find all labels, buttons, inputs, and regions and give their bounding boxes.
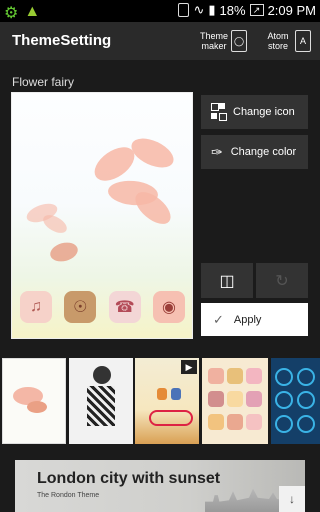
signal-icon: ▮ xyxy=(208,2,216,17)
trash-icon: ◫ xyxy=(219,272,235,290)
play-icon: ▶ xyxy=(181,360,197,374)
flower-decoration xyxy=(127,132,178,174)
chat-icon: ☉ xyxy=(64,291,97,323)
theme-thumbnail[interactable] xyxy=(202,358,268,444)
undo-icon: ↻ xyxy=(275,272,289,290)
check-icon: ✓ xyxy=(213,311,224,327)
promo-banner[interactable]: London city with sunset The Rondon Theme… xyxy=(15,460,305,512)
change-color-label: Change color xyxy=(230,146,297,158)
flower-decoration xyxy=(40,211,70,237)
banner-title: London city with sunset xyxy=(37,470,221,487)
app-icon-row: ♫ ☉ ☎ ◉ xyxy=(20,291,185,323)
download-icon: ↓ xyxy=(289,492,295,506)
theme-name: Flower fairy xyxy=(12,75,75,89)
chart-icon: ↗ xyxy=(249,4,264,16)
theme-preview: ♫ ☉ ☎ ◉ xyxy=(11,92,193,339)
store-icon: A xyxy=(295,30,311,52)
app-header: ThemeSetting Theme maker ◯ Atom store A xyxy=(0,22,320,60)
theme-thumbnail[interactable] xyxy=(271,358,320,444)
atom-store-label: Atom store xyxy=(267,31,289,51)
apply-label: Apply xyxy=(233,313,262,326)
city-skyline xyxy=(205,488,285,512)
atom-store-button[interactable]: Atom store A xyxy=(264,25,311,57)
page-title: ThemeSetting xyxy=(12,32,112,49)
theme-thumbnail[interactable] xyxy=(69,358,133,444)
delete-button[interactable]: ◫ xyxy=(201,263,253,298)
status-bar: ⚙ ▲ ∿ ▮ 18% ↗ 2:09 PM xyxy=(0,0,320,22)
wifi-icon: ∿ xyxy=(193,2,205,17)
phone-icon: ☎ xyxy=(108,291,141,323)
theme-thumbnail[interactable] xyxy=(2,358,66,444)
fairy-figure xyxy=(48,239,80,265)
battery-level: 18% xyxy=(219,2,246,18)
banner-subtitle: The Rondon Theme xyxy=(37,492,100,499)
android-icon: ▲ xyxy=(24,3,41,20)
theme-thumbnail[interactable]: ▶ xyxy=(135,358,199,444)
undo-button[interactable]: ↻ xyxy=(256,263,308,298)
usb-icon: ⚙ xyxy=(4,5,19,22)
headphones-icon: ♫ xyxy=(20,291,52,323)
camera-icon: ◉ xyxy=(152,291,185,323)
download-button[interactable]: ↓ xyxy=(279,486,305,512)
change-icon-button[interactable]: Change icon xyxy=(201,95,308,129)
clock: 2:09 PM xyxy=(267,2,316,18)
theme-maker-button[interactable]: Theme maker ◯ xyxy=(200,25,247,57)
phone-icon: ◯ xyxy=(231,30,247,52)
change-color-button[interactable]: ✑ Change color xyxy=(201,135,308,169)
theme-maker-label: Theme maker xyxy=(200,31,229,51)
sim-icon xyxy=(178,3,190,17)
eyedropper-icon: ✑ xyxy=(211,143,223,160)
theme-thumbnail-strip: ▶ xyxy=(0,358,320,444)
change-icon-label: Change icon xyxy=(233,106,295,118)
apply-button[interactable]: ✓ Apply xyxy=(201,303,308,336)
grid-icon xyxy=(211,103,227,121)
